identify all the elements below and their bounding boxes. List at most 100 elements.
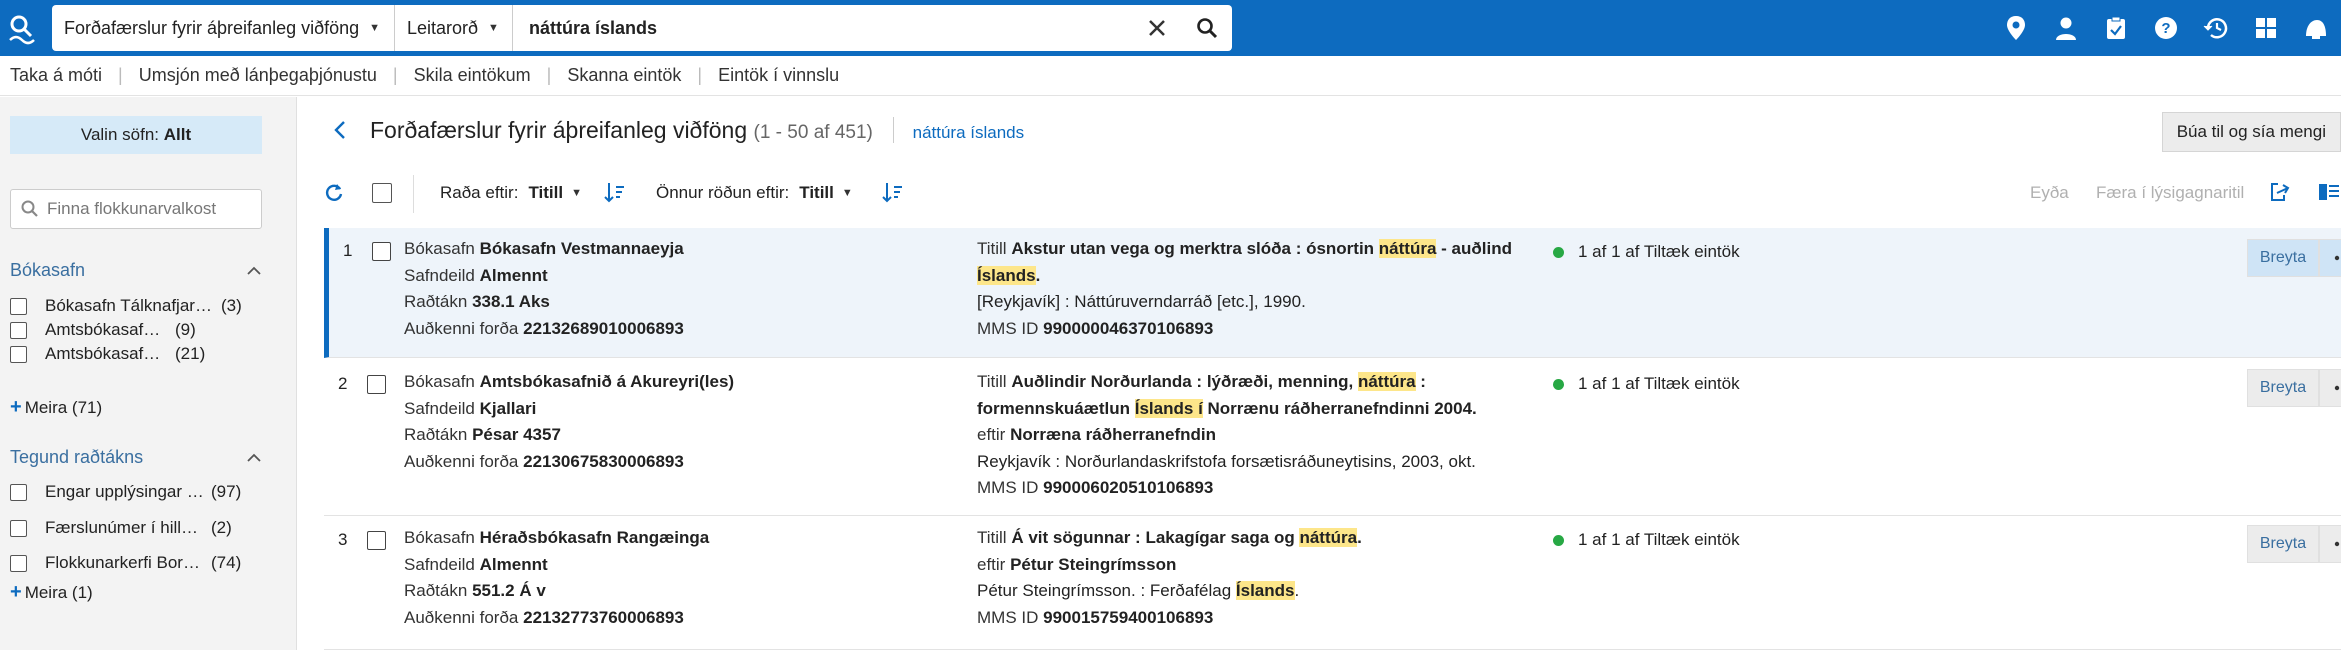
layout-toggle-button[interactable]	[2318, 181, 2340, 203]
export-icon	[2271, 183, 2290, 201]
result-title-link[interactable]: Akstur utan vega og merktra slóða : ósno…	[1011, 239, 1512, 258]
chevron-down-icon: ▼	[571, 187, 582, 199]
field-label: Auðkenni forða	[404, 451, 519, 471]
result-title-link[interactable]: Auðlindir Norðurlanda : lýðræði, menning…	[1011, 372, 1426, 391]
mms-id: 990000046370106893	[1043, 318, 1214, 338]
plus-icon: +	[10, 581, 22, 603]
bib-info: Titill Á vit sögunnar : Lakagígar saga o…	[977, 525, 1537, 631]
field-label: Raðtákn	[404, 425, 468, 444]
facet-checkbox[interactable]	[10, 554, 27, 572]
facet-option[interactable]: Engar upplýsingar gefnar (97)	[10, 482, 265, 502]
availability-status[interactable]: 1 af 1 af Tiltæk eintök	[1553, 530, 1740, 550]
facet-title-label: Tegund raðtákns	[10, 447, 144, 467]
facet-checkbox[interactable]	[10, 297, 27, 315]
field-label: Bókasafn	[404, 239, 475, 258]
secondary-sort-direction-button[interactable]	[882, 181, 904, 203]
result-row[interactable]: 2 Bókasafn Amtsbókasafnið á Akureyri(les…	[324, 358, 2341, 516]
facet-title-call-number-type[interactable]: Tegund raðtákns	[10, 447, 262, 468]
secondary-sort-value: Titill	[799, 183, 834, 202]
refresh-button[interactable]	[324, 182, 344, 202]
edit-button[interactable]: Breyta	[2247, 239, 2319, 277]
available-dot-icon	[1553, 534, 1564, 546]
result-row[interactable]: 3 Bókasafn Héraðsbókasafn Rangæinga Safn…	[324, 516, 2341, 650]
facet-option[interactable]: Færslunúmer í hillurööð (2)	[10, 518, 265, 538]
facet-title-library[interactable]: Bókasafn	[10, 260, 262, 281]
select-all-checkbox[interactable]	[372, 183, 392, 203]
result-title-link[interactable]: Á vit sögunnar : Lakagígar saga og náttú…	[1011, 528, 1362, 547]
field-label: Safndeild	[404, 554, 475, 574]
search-button[interactable]	[1182, 5, 1232, 51]
facet-option-count: (2)	[211, 518, 232, 537]
nav-separator: |	[697, 65, 703, 85]
result-number: 1	[343, 241, 353, 260]
search-input[interactable]	[513, 5, 1132, 51]
bib-info: Titill Auðlindir Norðurlanda : lýðræði, …	[977, 369, 1537, 502]
nav-item-receive[interactable]: Taka á móti	[10, 65, 102, 86]
highlight-term: náttúra	[1357, 372, 1416, 391]
create-set-button[interactable]: Búa til og sía mengi	[2161, 112, 2341, 152]
publication-info: Reykjavík : Norðurlandaskrifstofa forsæt…	[977, 451, 1476, 471]
notifications-icon[interactable]	[2291, 0, 2341, 56]
delete-button[interactable]: Eyða	[2030, 183, 2069, 203]
result-checkbox[interactable]	[367, 531, 386, 550]
title-text: Auðlindir Norðurlanda : lýðræði, menning…	[1011, 372, 1358, 391]
nav-separator: |	[392, 65, 398, 85]
facet-option[interactable]: Bókasafn Tálknafjarðar (3)	[10, 296, 265, 316]
nav-item-patron-services[interactable]: Umsjón með lánþegaþjónustu	[139, 65, 377, 86]
location-name: Kjallari	[479, 398, 537, 418]
search-query-link[interactable]: náttúra íslands	[913, 123, 1025, 142]
facet-checkbox[interactable]	[10, 519, 27, 537]
secondary-sort-dropdown[interactable]: Önnur röðun eftir: Titill ▼	[656, 183, 853, 203]
history-icon[interactable]	[2191, 0, 2241, 56]
help-icon[interactable]: ?	[2141, 0, 2191, 56]
sort-by-dropdown[interactable]: Raða eftir: Titill ▼	[440, 183, 582, 203]
facet-checkbox[interactable]	[10, 345, 27, 363]
facet-checkbox[interactable]	[10, 483, 27, 501]
field-label: Raðtákn	[404, 292, 468, 311]
export-button[interactable]	[2269, 181, 2291, 203]
result-checkbox[interactable]	[372, 242, 391, 261]
facet-checkbox[interactable]	[10, 321, 27, 339]
field-label: Auðkenni forða	[404, 607, 519, 627]
facet-option[interactable]: Amtsbókasafnið á Akureyri (9)	[10, 320, 265, 340]
nav-item-items-in-process[interactable]: Eintök í vinnslu	[718, 65, 839, 86]
more-actions-button[interactable]	[2319, 525, 2341, 563]
result-checkbox[interactable]	[367, 375, 386, 394]
checkbox[interactable]	[372, 183, 392, 203]
edit-button[interactable]: Breyta	[2247, 525, 2319, 563]
back-button[interactable]	[332, 117, 348, 148]
more-options-icon	[2334, 255, 2340, 261]
location-name: Almennt	[479, 265, 548, 285]
search-scope-dropdown[interactable]: Forðafærslur fyrir áþreifanleg viðföng ▼	[52, 5, 395, 51]
location-pin-icon[interactable]	[1991, 0, 2041, 56]
user-icon[interactable]	[2041, 0, 2091, 56]
availability-status[interactable]: 1 af 1 af Tiltæk eintök	[1553, 242, 1740, 262]
facet-filter-input[interactable]: Finna flokkunarvalkost	[10, 189, 262, 229]
result-count: (1 - 50 af 451)	[753, 122, 873, 143]
result-row[interactable]: 1 Bókasafn Bókasafn Vestmannaeyja Safnde…	[324, 228, 2341, 358]
facet-more-link[interactable]: + Meira (71)	[10, 396, 102, 419]
clear-search-button[interactable]	[1132, 5, 1182, 51]
dashboard-grid-icon[interactable]	[2241, 0, 2291, 56]
facet-more-link[interactable]: + Meira (1)	[10, 581, 93, 604]
library-name: Bókasafn Vestmannaeyja	[479, 239, 684, 258]
facet-more-label: Meira (71)	[24, 398, 103, 417]
facet-option[interactable]: Flokkunarkerfi Borgarbókasafns (74)	[10, 553, 265, 573]
more-actions-button[interactable]	[2319, 369, 2341, 407]
edit-button[interactable]: Breyta	[2247, 369, 2319, 407]
search-field-dropdown[interactable]: Leitarorð ▼	[395, 5, 513, 51]
clipboard-icon[interactable]	[2091, 0, 2141, 56]
selected-libraries-button[interactable]: Valin söfn: Allt	[10, 116, 262, 154]
holding-id: 22130675830006893	[523, 451, 684, 471]
facet-option[interactable]: Amtsbókasafnið á Akureyri (21)	[10, 344, 265, 364]
library-name: Héraðsbókasafn Rangæinga	[479, 528, 710, 547]
nav-item-scan-items[interactable]: Skanna eintök	[567, 65, 681, 86]
nav-item-return-items[interactable]: Skila eintökum	[414, 65, 531, 86]
availability-status[interactable]: 1 af 1 af Tiltæk eintök	[1553, 374, 1740, 394]
app-logo-icon[interactable]	[4, 10, 40, 46]
more-actions-button[interactable]	[2319, 239, 2341, 277]
result-number: 3	[338, 530, 348, 549]
move-to-metadata-editor-button[interactable]: Færa í lýsigagnaritil	[2096, 183, 2244, 203]
available-dot-icon	[1553, 378, 1564, 390]
sort-direction-button[interactable]	[604, 181, 626, 203]
